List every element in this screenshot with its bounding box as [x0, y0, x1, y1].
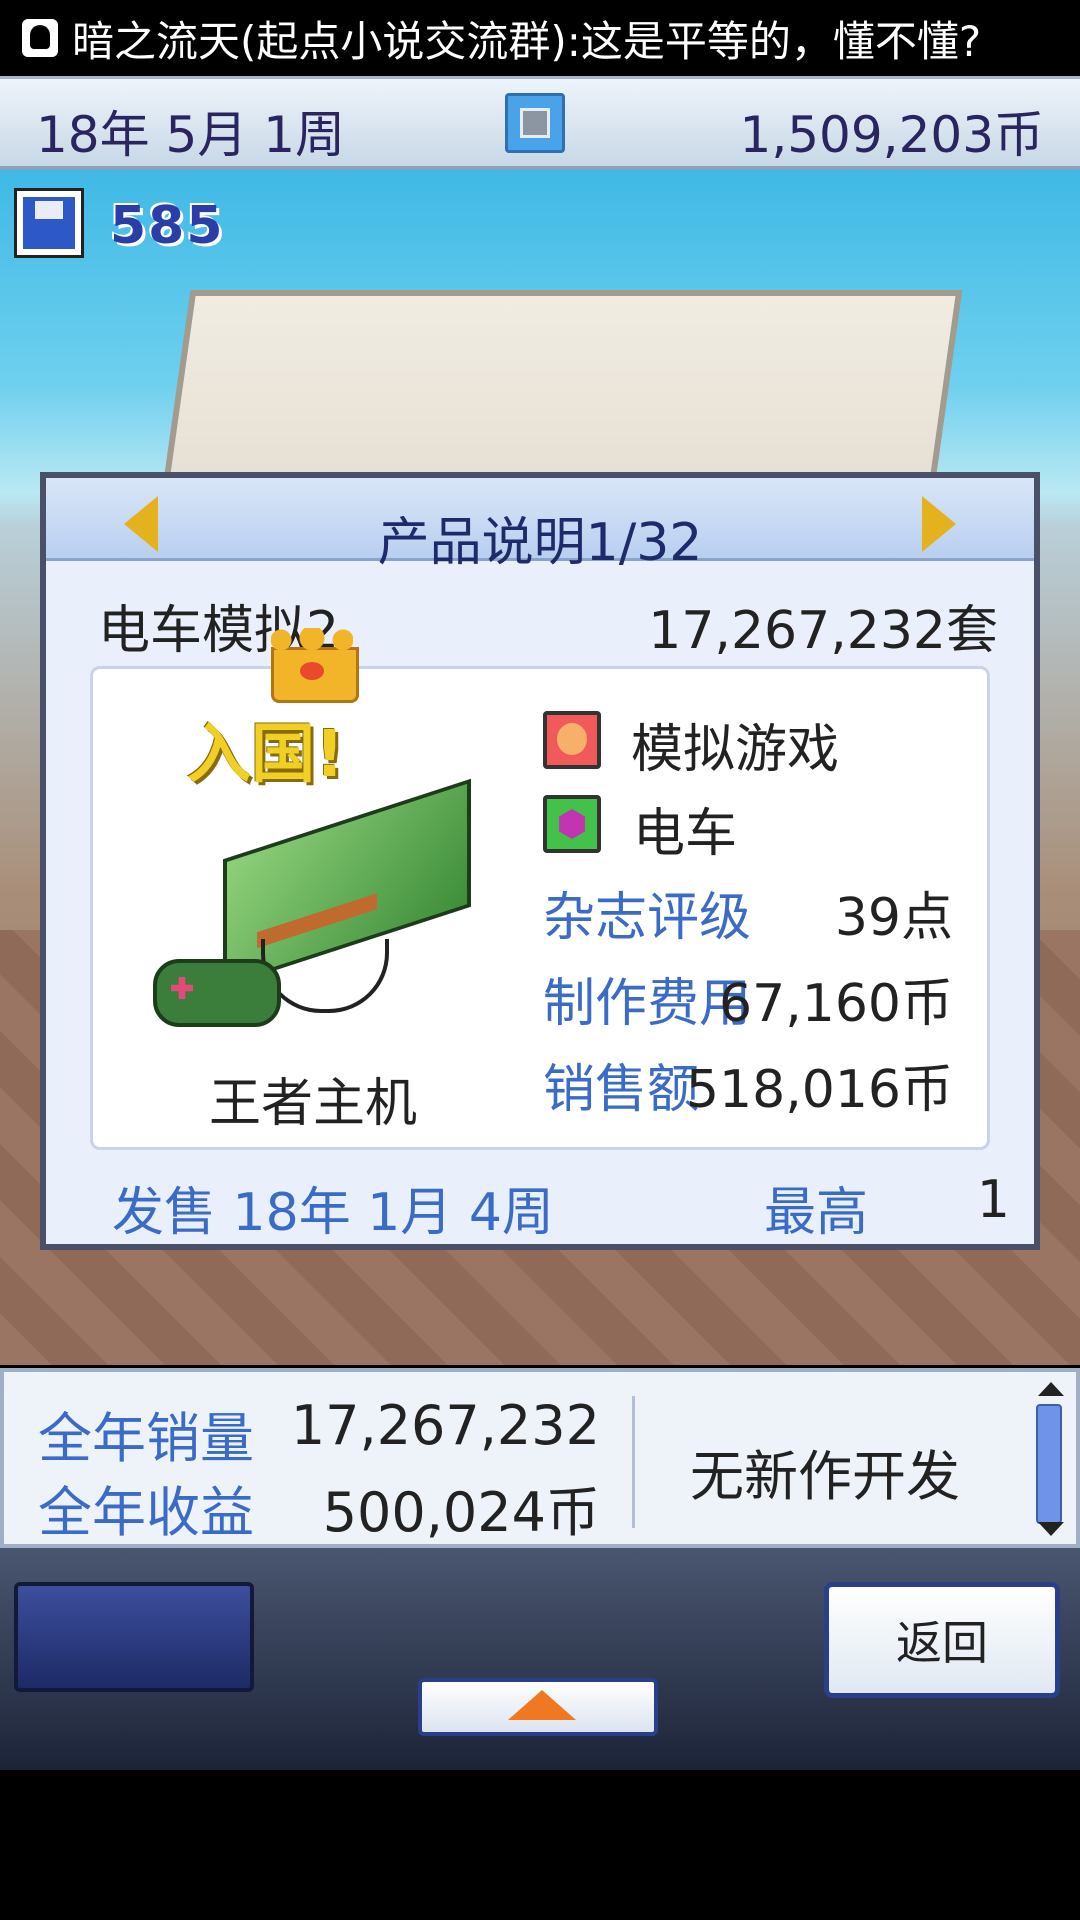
annual-revenue-label: 全年收益 [38, 1481, 254, 1544]
control-bar: 返回 [0, 1548, 1080, 1770]
annual-sales-value: 17,267,232 [290, 1394, 600, 1457]
best-rank-label: 最高 [764, 1183, 869, 1243]
platform-name: 王者主机 [208, 1074, 417, 1134]
game-date: 18年 5月 1周 [36, 106, 346, 164]
hall-of-fame-badge: 入国! [187, 718, 345, 792]
genre-label: 模拟游戏 [631, 720, 840, 780]
blank-button[interactable] [14, 1582, 254, 1692]
crown-icon [271, 628, 359, 703]
floppy-disk-icon [14, 188, 84, 258]
scrollbar[interactable] [1036, 1404, 1062, 1524]
expand-up-button[interactable] [418, 1678, 658, 1736]
revenue-value: 518,016币 [685, 1060, 953, 1120]
revenue-label: 销售额 [543, 1060, 700, 1120]
notification-text: 暗之流天(起点小说交流群):这是平等的，懂不懂? [72, 16, 982, 66]
scroll-down-icon[interactable] [1038, 1522, 1064, 1536]
product-info-dialog: 产品说明1/32 电车模拟2 17,267,232套 入国! 王者主机 模拟游戏… [40, 472, 1040, 1250]
annual-revenue-value: 500,024币 [322, 1481, 600, 1544]
magazine-rating-label: 杂志评级 [543, 888, 752, 948]
notification-bar: 暗之流天(起点小说交流群):这是平等的，懂不懂? [0, 0, 1080, 76]
magazine-rating-value: 39点 [834, 888, 953, 948]
annual-info-panel: 全年销量 17,267,232 全年收益 500,024币 无新作开发 [0, 1368, 1080, 1548]
production-cost-value: 67,160币 [719, 974, 953, 1034]
back-button[interactable]: 返回 [824, 1582, 1060, 1698]
dialog-titlebar: 产品说明1/32 [46, 478, 1034, 573]
product-detail-card: 入国! 王者主机 模拟游戏 电车 杂志评级 39点 制作费用 67,160币 销… [90, 628, 990, 1150]
status-bar: 18年 5月 1周 1,509,203币 [0, 76, 1080, 170]
development-status: 无新作开发 [690, 1445, 960, 1508]
product-total-sales: 17,267,232套 [648, 601, 998, 661]
train-type-icon [543, 795, 601, 853]
panel-divider [632, 1396, 635, 1528]
qq-icon [22, 19, 58, 57]
camera-icon[interactable] [505, 93, 565, 153]
release-date: 发售 18年 1月 4周 [112, 1183, 554, 1243]
next-arrow-icon[interactable] [922, 496, 956, 552]
funds-display: 1,509,203币 [739, 106, 1044, 164]
best-rank-value: 1 [976, 1170, 1010, 1230]
gamepad-icon [153, 959, 281, 1027]
research-points: 585 [110, 196, 225, 256]
type-label: 电车 [633, 804, 738, 864]
scroll-up-icon[interactable] [1038, 1382, 1064, 1396]
simulation-genre-icon [543, 711, 601, 769]
dialog-title: 产品说明1/32 [377, 513, 703, 573]
annual-sales-label: 全年销量 [38, 1407, 254, 1470]
